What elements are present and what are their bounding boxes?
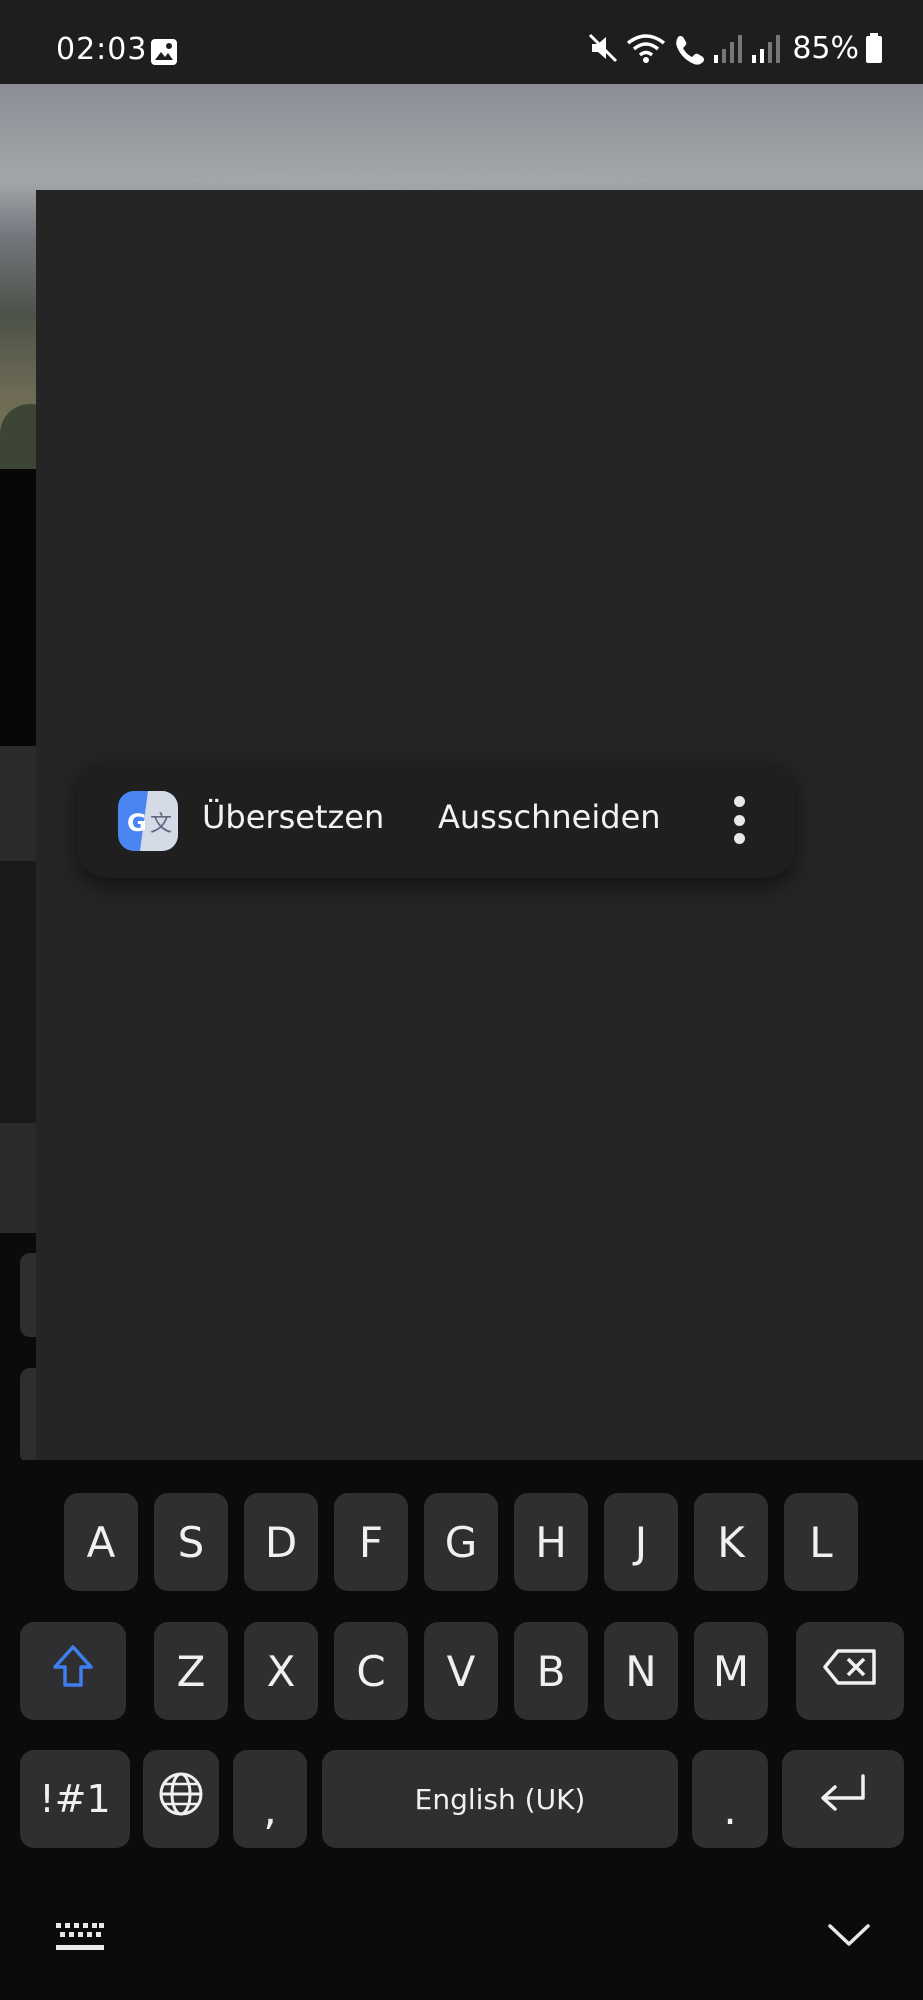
mute-icon <box>586 31 620 65</box>
enter-key[interactable] <box>782 1750 904 1848</box>
svg-text:文: 文 <box>150 812 172 837</box>
language-key[interactable] <box>143 1750 219 1848</box>
battery-percentage: 85% <box>792 30 859 66</box>
enter-icon <box>815 1772 871 1826</box>
symbols-key[interactable]: !#1 <box>20 1750 130 1848</box>
svg-text:G: G <box>127 809 147 837</box>
wifi-icon <box>626 31 666 65</box>
wifi-call-icon <box>672 31 706 65</box>
key-g[interactable]: G <box>424 1493 498 1591</box>
backspace-icon <box>822 1647 878 1696</box>
globe-icon <box>158 1771 204 1827</box>
key-l[interactable]: L <box>784 1493 858 1591</box>
chevron-down-icon[interactable] <box>826 1920 872 1954</box>
key-f[interactable]: F <box>334 1493 408 1591</box>
key-m[interactable]: M <box>694 1622 768 1720</box>
battery-icon <box>865 33 883 63</box>
key-j[interactable]: J <box>604 1493 678 1591</box>
key-d[interactable]: D <box>244 1493 318 1591</box>
key-z[interactable]: Z <box>154 1622 228 1720</box>
shift-icon <box>51 1643 95 1699</box>
signal-icon <box>750 31 782 65</box>
comma-key[interactable]: , <box>233 1750 307 1848</box>
key-h[interactable]: H <box>514 1493 588 1591</box>
signal-icon <box>712 31 744 65</box>
key-x[interactable]: X <box>244 1622 318 1720</box>
keyboard: A S D F G H J K L Z X C V B N M !#1 , En… <box>0 1460 923 2000</box>
google-translate-icon[interactable]: G 文 <box>118 791 178 851</box>
more-vert-icon[interactable] <box>724 796 754 844</box>
key-n[interactable]: N <box>604 1622 678 1720</box>
gallery-icon <box>150 38 178 66</box>
status-bar: 02:03 85% <box>0 0 923 84</box>
period-key[interactable]: . <box>692 1750 768 1848</box>
key-v[interactable]: V <box>424 1622 498 1720</box>
key-a[interactable]: A <box>64 1493 138 1591</box>
key-b[interactable]: B <box>514 1622 588 1720</box>
translate-menu-item[interactable]: Übersetzen <box>202 798 384 836</box>
text-selection-menu: G 文 Übersetzen Ausschneiden <box>78 762 794 878</box>
status-time: 02:03 <box>56 32 148 67</box>
shift-key[interactable] <box>20 1622 126 1720</box>
backspace-key[interactable] <box>796 1622 904 1720</box>
key-k[interactable]: K <box>694 1493 768 1591</box>
key-s[interactable]: S <box>154 1493 228 1591</box>
cut-menu-item[interactable]: Ausschneiden <box>438 798 661 836</box>
status-icons: 85% <box>586 28 883 68</box>
key-c[interactable]: C <box>334 1622 408 1720</box>
space-bar[interactable]: English (UK) <box>322 1750 678 1848</box>
keyboard-icon[interactable] <box>56 1923 104 1957</box>
